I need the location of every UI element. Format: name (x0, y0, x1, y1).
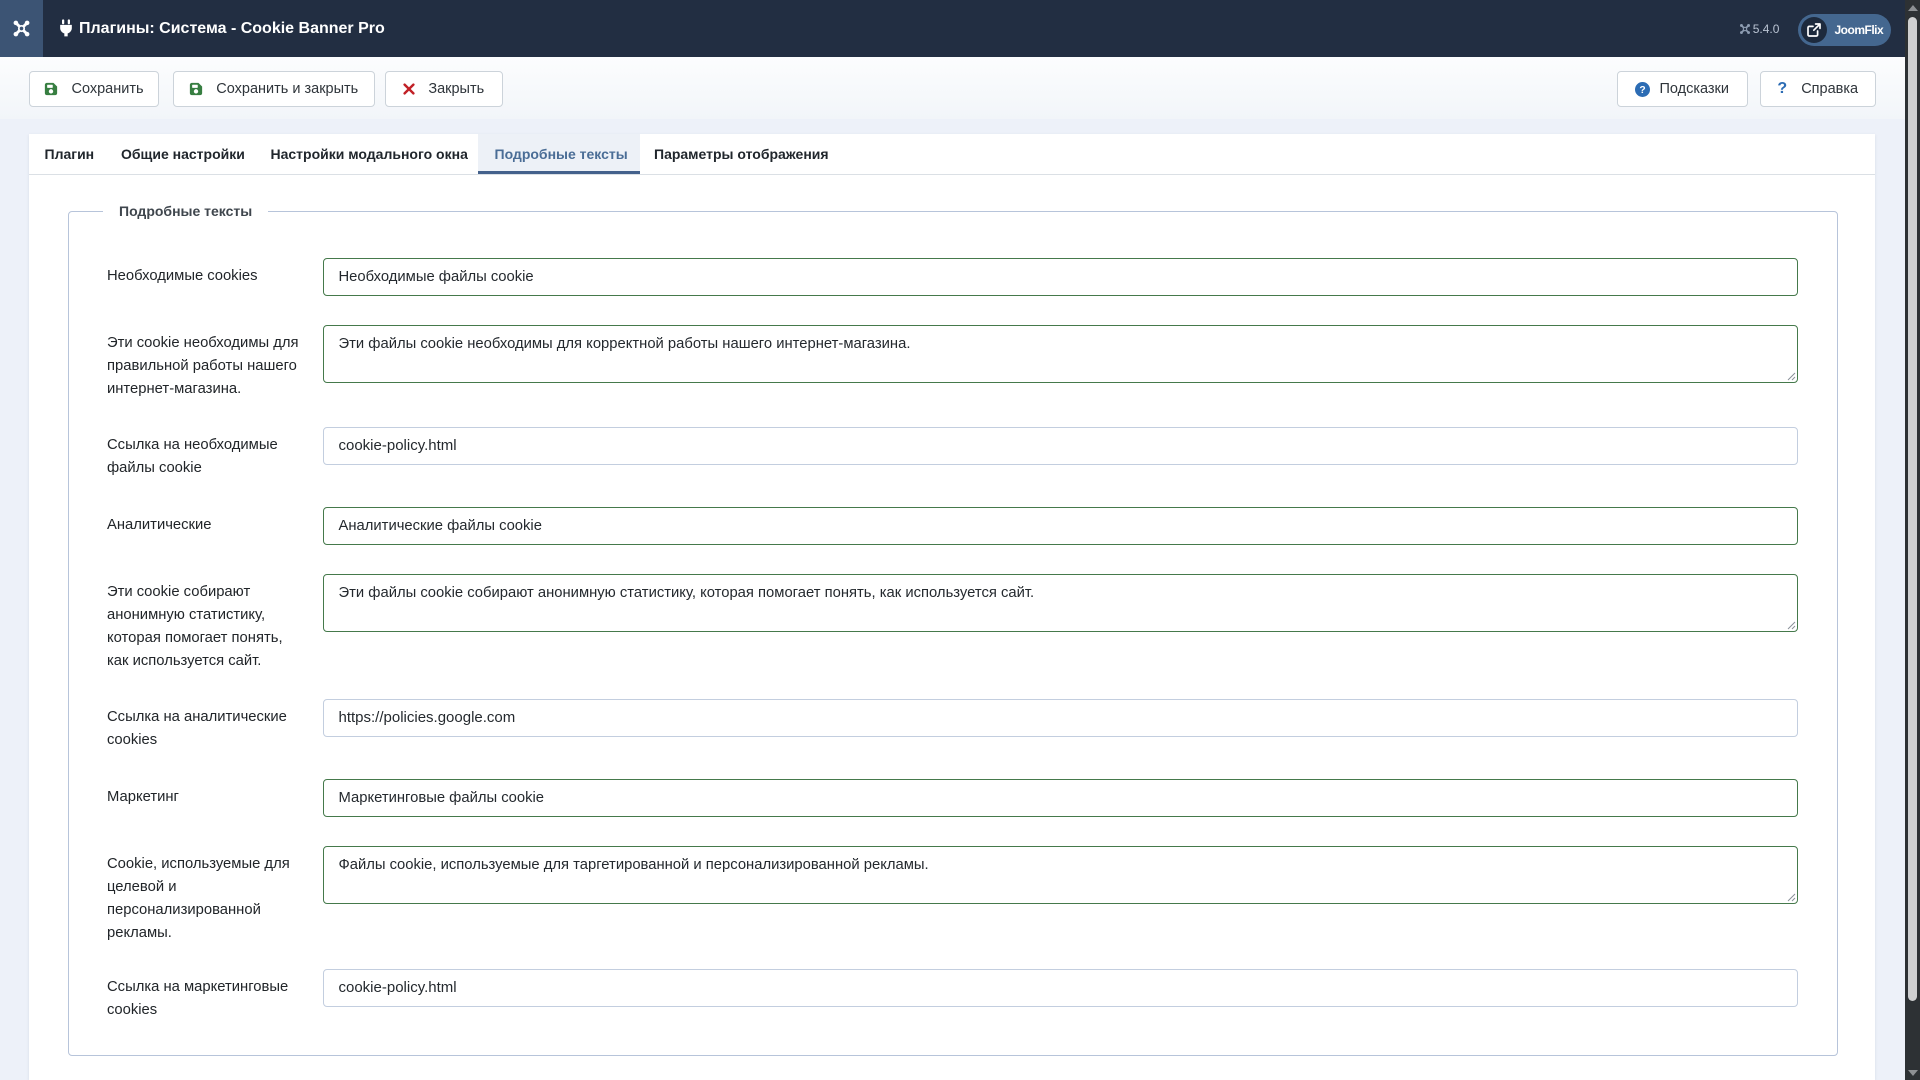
svg-text:?: ? (1640, 85, 1646, 96)
